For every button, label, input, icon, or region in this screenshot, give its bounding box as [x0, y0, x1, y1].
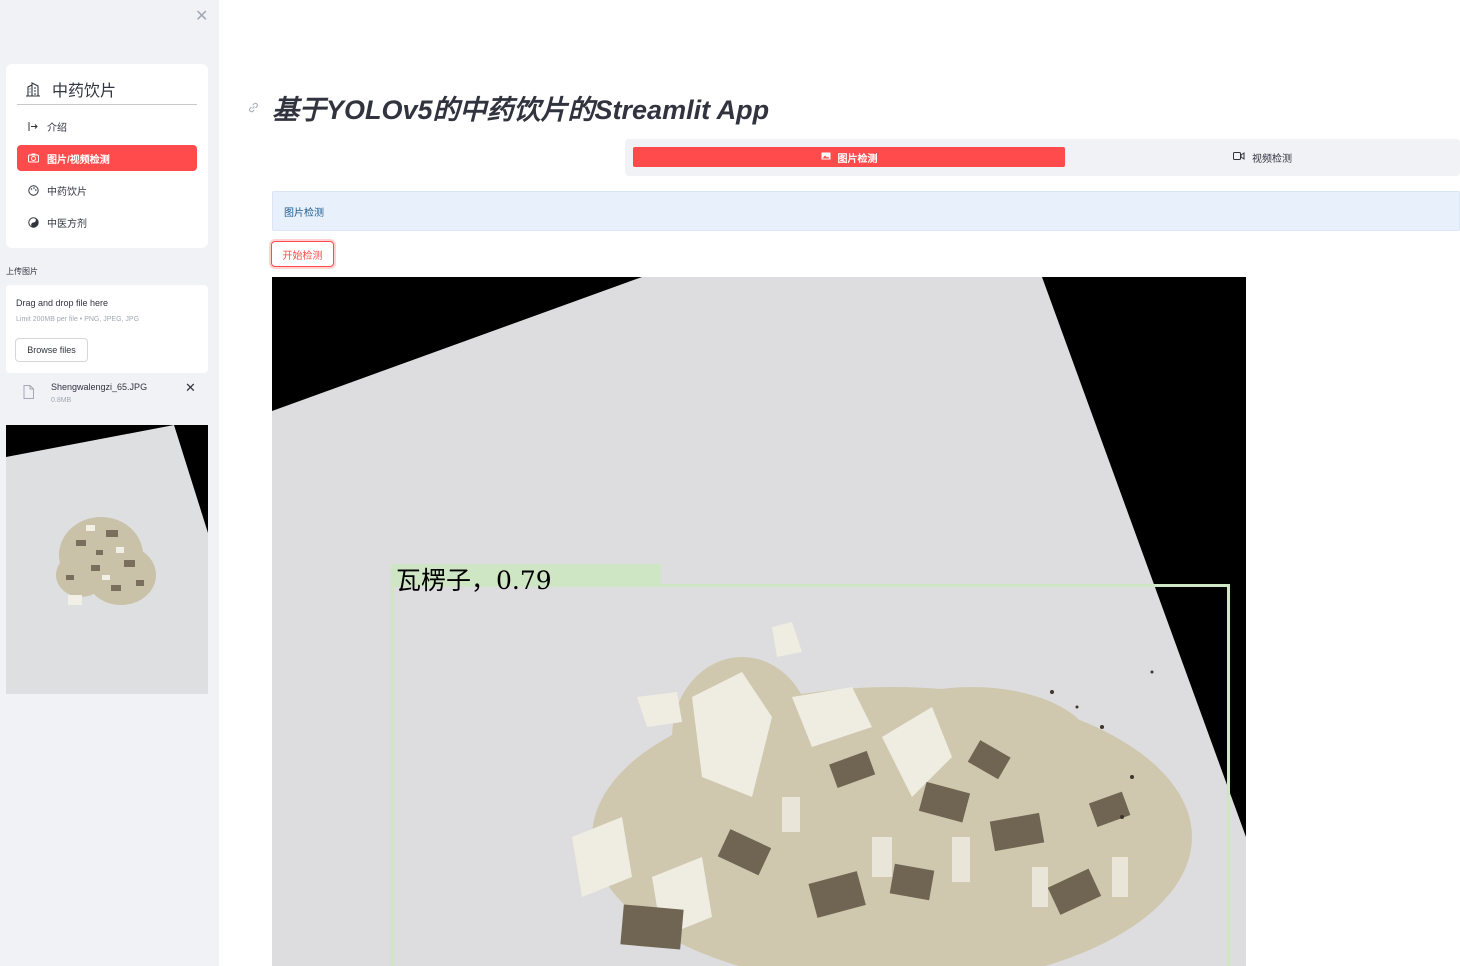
video-icon — [1233, 152, 1245, 162]
menu-item-detection[interactable]: 图片/视频检测 — [17, 145, 197, 171]
file-size: 0.8MB — [51, 397, 72, 404]
file-name: Shengwalengzi_65.JPG — [51, 382, 148, 392]
tab-label: 视频检测 — [1252, 153, 1292, 165]
menu-item-label: 介绍 — [47, 122, 67, 134]
tab-video-detection[interactable]: 视频检测 — [1065, 147, 1460, 167]
menu-item-label: 图片/视频检测 — [47, 154, 110, 166]
menu-title: 中药饮片 — [17, 74, 197, 105]
menu-item-label: 中医方剂 — [47, 218, 87, 230]
uploaded-image-preview — [6, 425, 208, 694]
tab-label: 图片检测 — [837, 153, 878, 165]
detection-bounding-box — [391, 584, 1230, 966]
link-icon[interactable] — [247, 101, 260, 114]
drag-drop-text: Drag and drop file here — [16, 298, 109, 308]
info-box: 图片检测 — [272, 191, 1460, 231]
palette-icon — [27, 184, 39, 196]
sidebar: ✕ 中药饮片 介绍 图片/视频检测 中药饮片 中医方剂 上传图片 Drag an… — [0, 0, 219, 966]
close-icon[interactable]: ✕ — [195, 6, 208, 26]
file-dropzone[interactable]: Drag and drop file here Limit 200MB per … — [6, 285, 208, 373]
upload-limit-text: Limit 200MB per file • PNG, JPEG, JPG — [16, 316, 140, 323]
camera-icon — [27, 152, 39, 164]
detection-label: 瓦楞子，0.79 — [396, 566, 552, 595]
menu-item-herbs[interactable]: 中药饮片 — [17, 177, 197, 203]
file-icon — [23, 385, 34, 399]
yin-yang-icon — [27, 216, 39, 228]
option-menu: 中药饮片 介绍 图片/视频检测 中药饮片 中医方剂 — [6, 64, 208, 248]
detection-result-image: 瓦楞子，0.79 — [272, 277, 1246, 966]
menu-item-label: 中药饮片 — [47, 186, 87, 198]
menu-item-prescriptions[interactable]: 中医方剂 — [17, 209, 197, 235]
page-title: 基于YOLOv5的中药饮片的Streamlit App — [272, 95, 770, 125]
upload-label: 上传图片 — [6, 267, 38, 276]
start-detection-button[interactable]: 开始检测 — [271, 241, 334, 267]
tab-image-detection[interactable]: 图片检测 — [633, 147, 1065, 167]
login-arrow-icon — [27, 120, 39, 132]
detection-tabs: 图片检测 视频检测 — [625, 139, 1460, 176]
building-icon — [26, 82, 40, 97]
browse-files-button[interactable]: Browse files — [15, 338, 88, 362]
image-icon — [821, 152, 831, 162]
menu-title-label: 中药饮片 — [52, 83, 117, 100]
uploaded-file: Shengwalengzi_65.JPG 0.8MB ✕ — [6, 378, 208, 410]
menu-item-intro[interactable]: 介绍 — [17, 113, 197, 139]
remove-file-icon[interactable]: ✕ — [185, 380, 196, 396]
